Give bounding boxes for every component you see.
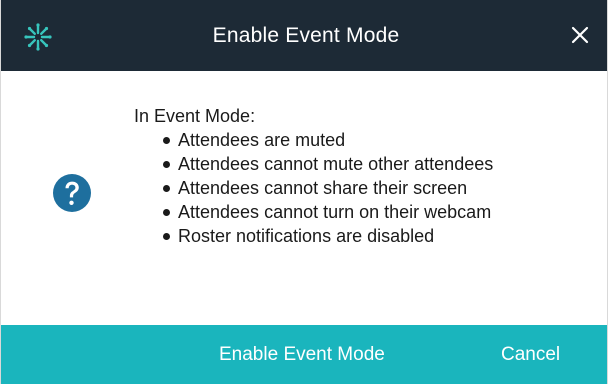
title-bar: Enable Event Mode xyxy=(1,0,607,71)
enable-event-mode-button[interactable]: Enable Event Mode xyxy=(219,325,385,384)
dialog-title: Enable Event Mode xyxy=(212,24,400,47)
list-item: Attendees cannot turn on their webcam xyxy=(162,200,493,224)
button-bar: Enable Event Mode Cancel xyxy=(1,325,607,384)
close-icon xyxy=(571,26,589,44)
list-item: Attendees cannot share their screen xyxy=(162,176,493,200)
dialog-content: In Event Mode: Attendees are muted Atten… xyxy=(1,71,607,325)
message-intro: In Event Mode: xyxy=(134,106,256,126)
list-item: Attendees cannot mute other attendees xyxy=(162,152,493,176)
enable-event-mode-dialog: Enable Event Mode In Event Mode: Attende… xyxy=(0,0,608,384)
question-icon xyxy=(53,174,91,212)
cancel-button[interactable]: Cancel xyxy=(501,325,560,384)
list-item: Roster notifications are disabled xyxy=(162,224,493,248)
message-text: In Event Mode: Attendees are muted Atten… xyxy=(134,104,493,248)
event-mode-list: Attendees are muted Attendees cannot mut… xyxy=(134,128,493,248)
list-item: Attendees are muted xyxy=(162,128,493,152)
close-button[interactable] xyxy=(563,18,597,52)
